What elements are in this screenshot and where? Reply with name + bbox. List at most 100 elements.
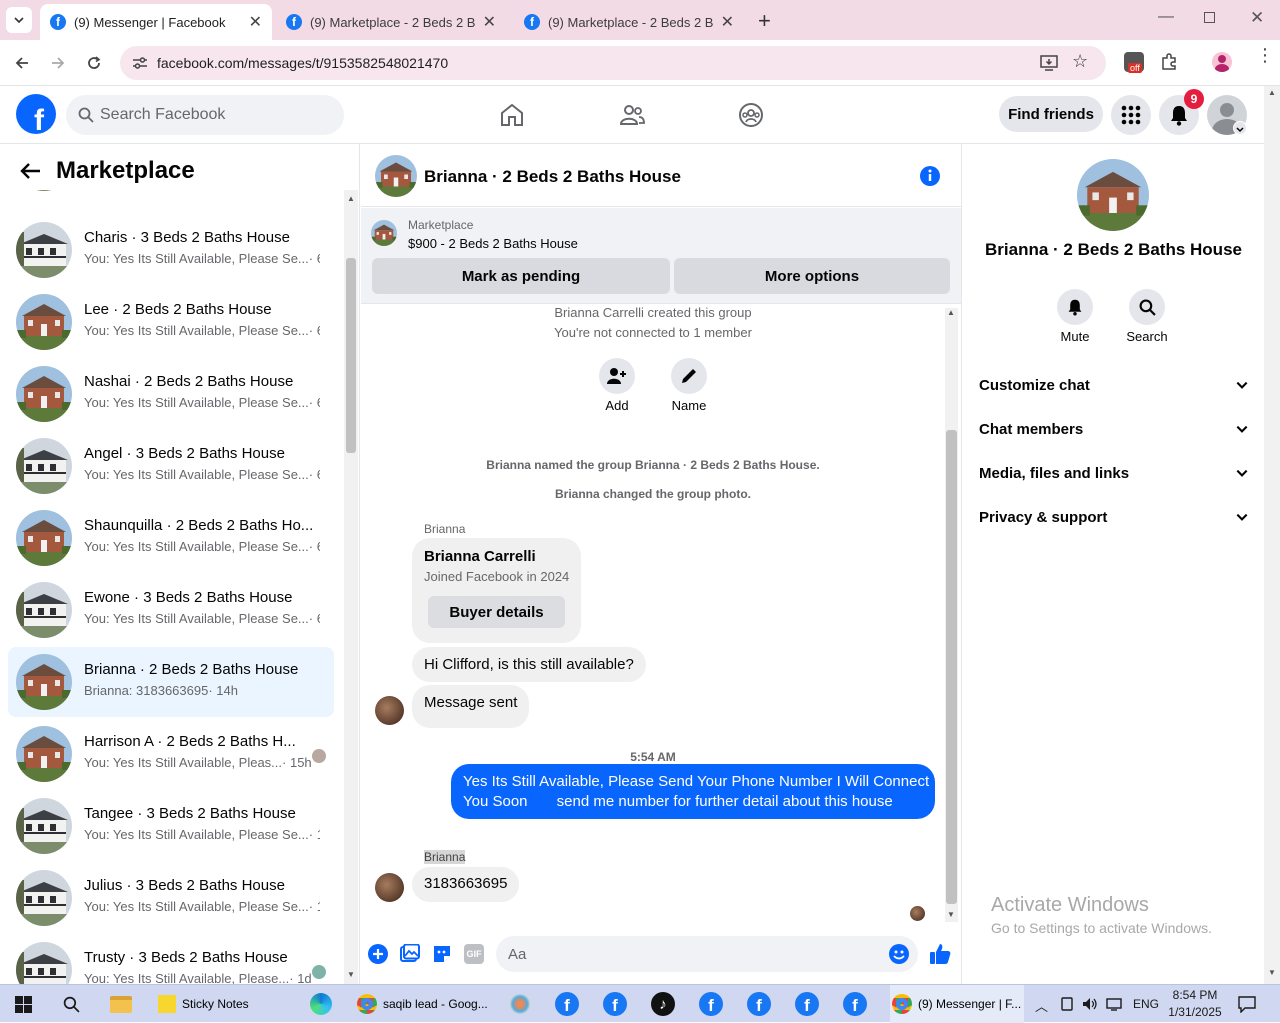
plus-circle-icon[interactable]: [368, 944, 388, 964]
address-bar[interactable]: facebook.com/messages/t/9153582548021470…: [120, 46, 1106, 80]
chat-avatar[interactable]: [375, 155, 417, 197]
close-tab-icon[interactable]: ✕: [483, 12, 496, 32]
message-bubble[interactable]: 3183663695: [412, 867, 520, 902]
minimize-window-button[interactable]: —: [1158, 8, 1174, 26]
tiktok-icon[interactable]: ♪: [651, 992, 675, 1016]
facebook-taskbar-icon[interactable]: f: [555, 992, 579, 1016]
media-files-links-section[interactable]: Media, files and links: [979, 453, 1249, 493]
conversation-item[interactable]: Ewone · 3 Beds 2 Baths House You: Yes Its…: [8, 575, 334, 645]
scroll-up-arrow-icon[interactable]: ▲: [347, 194, 355, 203]
language-indicator[interactable]: ENG: [1133, 997, 1159, 1011]
clock-date[interactable]: 1/31/2025: [1166, 1005, 1224, 1019]
facebook-taskbar-icon[interactable]: f: [843, 992, 867, 1016]
search-in-chat-button[interactable]: [1129, 289, 1165, 325]
network-icon[interactable]: [1106, 997, 1122, 1011]
conversation-item[interactable]: Brianna · 2 Beds 2 Baths House Brianna: 3…: [8, 647, 334, 717]
conversation-item[interactable]: Tangee · 3 Beds 2 Baths House You: Yes It…: [8, 791, 334, 861]
site-settings-icon[interactable]: [132, 56, 148, 70]
profile-avatar-icon[interactable]: [1212, 52, 1232, 72]
group-photo[interactable]: [1077, 159, 1149, 231]
extension-off-icon[interactable]: off: [1124, 52, 1144, 73]
thumbs-up-icon[interactable]: [928, 942, 952, 966]
chat-members-section[interactable]: Chat members: [979, 409, 1249, 449]
facebook-taskbar-icon[interactable]: f: [603, 992, 627, 1016]
scroll-up-arrow-icon[interactable]: ▲: [1268, 88, 1276, 97]
install-app-icon[interactable]: [1040, 55, 1058, 71]
volume-icon[interactable]: [1082, 997, 1098, 1011]
paint-icon[interactable]: [509, 994, 531, 1014]
scroll-thumb[interactable]: [946, 430, 957, 904]
thread-scrollbar[interactable]: ▲ ▼: [945, 308, 958, 922]
message-bubble[interactable]: Message sent: [412, 685, 530, 728]
reload-button[interactable]: [81, 50, 107, 76]
forward-button[interactable]: [45, 50, 71, 76]
conversation-item[interactable]: Lee · 2 Beds 2 Baths House You: Yes Its S…: [8, 287, 334, 357]
sender-avatar[interactable]: [375, 696, 404, 725]
conversation-item-partial[interactable]: [8, 190, 334, 198]
sticker-icon[interactable]: [432, 944, 452, 964]
photo-icon[interactable]: [400, 944, 420, 964]
buyer-name[interactable]: Brianna Carrelli: [424, 548, 536, 565]
facebook-search-input[interactable]: Search Facebook: [66, 95, 344, 135]
message-input[interactable]: Aa: [496, 936, 918, 972]
rename-group-button[interactable]: [671, 358, 707, 394]
tray-chevron-up-icon[interactable]: ︿: [1035, 996, 1048, 1015]
back-button[interactable]: [9, 50, 35, 76]
conversation-scrollbar[interactable]: ▲ ▼: [344, 190, 358, 984]
tab-search-button[interactable]: [6, 7, 32, 33]
privacy-support-section[interactable]: Privacy & support: [979, 497, 1249, 537]
back-arrow-button[interactable]: [20, 162, 42, 185]
scroll-up-arrow-icon[interactable]: ▲: [947, 308, 955, 317]
sent-message-bubble[interactable]: Yes Its Still Available, Please Send You…: [451, 764, 935, 819]
taskbar-search-icon[interactable]: [63, 996, 80, 1013]
gif-icon[interactable]: GIF: [464, 944, 484, 964]
facebook-taskbar-icon[interactable]: f: [795, 992, 819, 1016]
browser-tab-marketplace-1[interactable]: f (9) Marketplace - 2 Beds 2 Bath ✕: [276, 4, 506, 40]
facebook-taskbar-icon[interactable]: f: [747, 992, 771, 1016]
chat-header[interactable]: Brianna · 2 Beds 2 Baths House: [361, 144, 961, 207]
browser-tab-marketplace-2[interactable]: f (9) Marketplace - 2 Beds 2 Bath ✕: [514, 4, 744, 40]
extensions-puzzle-icon[interactable]: [1160, 53, 1178, 71]
friends-icon[interactable]: [619, 102, 645, 128]
info-icon[interactable]: [919, 165, 941, 187]
conversation-item[interactable]: Angel · 3 Beds 2 Baths House You: Yes Its…: [8, 431, 334, 501]
file-explorer-icon[interactable]: [110, 996, 132, 1013]
mark-as-pending-button[interactable]: Mark as pending: [372, 258, 670, 294]
account-chevron-icon[interactable]: [1233, 121, 1247, 135]
browser-menu-icon[interactable]: ⋮: [1256, 46, 1274, 64]
edge-icon[interactable]: [310, 993, 332, 1015]
facebook-taskbar-icon[interactable]: f: [699, 992, 723, 1016]
find-friends-button[interactable]: Find friends: [999, 96, 1103, 132]
device-icon[interactable]: [1060, 997, 1074, 1011]
conversation-item[interactable]: Trusty · 3 Beds 2 Baths House You: Yes It…: [8, 935, 334, 984]
chat-title[interactable]: Brianna · 2 Beds 2 Baths House: [424, 167, 681, 187]
notification-center-icon[interactable]: [1238, 995, 1256, 1013]
customize-chat-section[interactable]: Customize chat: [979, 365, 1249, 405]
conversation-item[interactable]: Julius · 3 Beds 2 Baths House You: Yes It…: [8, 863, 334, 933]
chrome-taskbar-item[interactable]: saqib lead - Goog...: [357, 985, 488, 1023]
scroll-down-arrow-icon[interactable]: ▼: [947, 910, 955, 919]
sticky-notes-taskbar-item[interactable]: Sticky Notes: [158, 985, 249, 1023]
conversation-item[interactable]: Nashai · 2 Beds 2 Baths House You: Yes It…: [8, 359, 334, 429]
windows-start-icon[interactable]: [15, 996, 32, 1013]
scroll-down-arrow-icon[interactable]: ▼: [1268, 968, 1276, 977]
sender-avatar[interactable]: [375, 873, 404, 902]
conversation-item[interactable]: Shaunquilla · 2 Beds 2 Baths Ho... You: Y…: [8, 503, 334, 573]
mute-button[interactable]: [1057, 289, 1093, 325]
scroll-down-arrow-icon[interactable]: ▼: [347, 970, 355, 979]
emoji-icon[interactable]: [889, 944, 909, 964]
close-tab-icon[interactable]: ✕: [721, 12, 734, 32]
message-bubble[interactable]: Hi Clifford, is this still available?: [412, 647, 646, 682]
buyer-details-button[interactable]: Buyer details: [428, 596, 565, 628]
menu-grid-button[interactable]: [1111, 95, 1151, 135]
browser-tab-messenger[interactable]: f (9) Messenger | Facebook ✕: [40, 4, 272, 40]
close-tab-icon[interactable]: ✕: [249, 12, 262, 32]
restore-window-button[interactable]: [1204, 12, 1215, 23]
add-member-button[interactable]: [599, 358, 635, 394]
page-scrollbar[interactable]: ▲ ▼: [1264, 86, 1280, 984]
chrome-messenger-taskbar-item[interactable]: (9) Messenger | F...: [890, 985, 1024, 1023]
conversation-item[interactable]: Charis · 3 Beds 2 Baths House You: Yes It…: [8, 215, 334, 285]
conversation-item[interactable]: Harrison A · 2 Beds 2 Baths H... You: Yes…: [8, 719, 334, 789]
listing-title[interactable]: $900 - 2 Beds 2 Baths House: [408, 236, 578, 251]
home-icon[interactable]: [499, 102, 525, 128]
